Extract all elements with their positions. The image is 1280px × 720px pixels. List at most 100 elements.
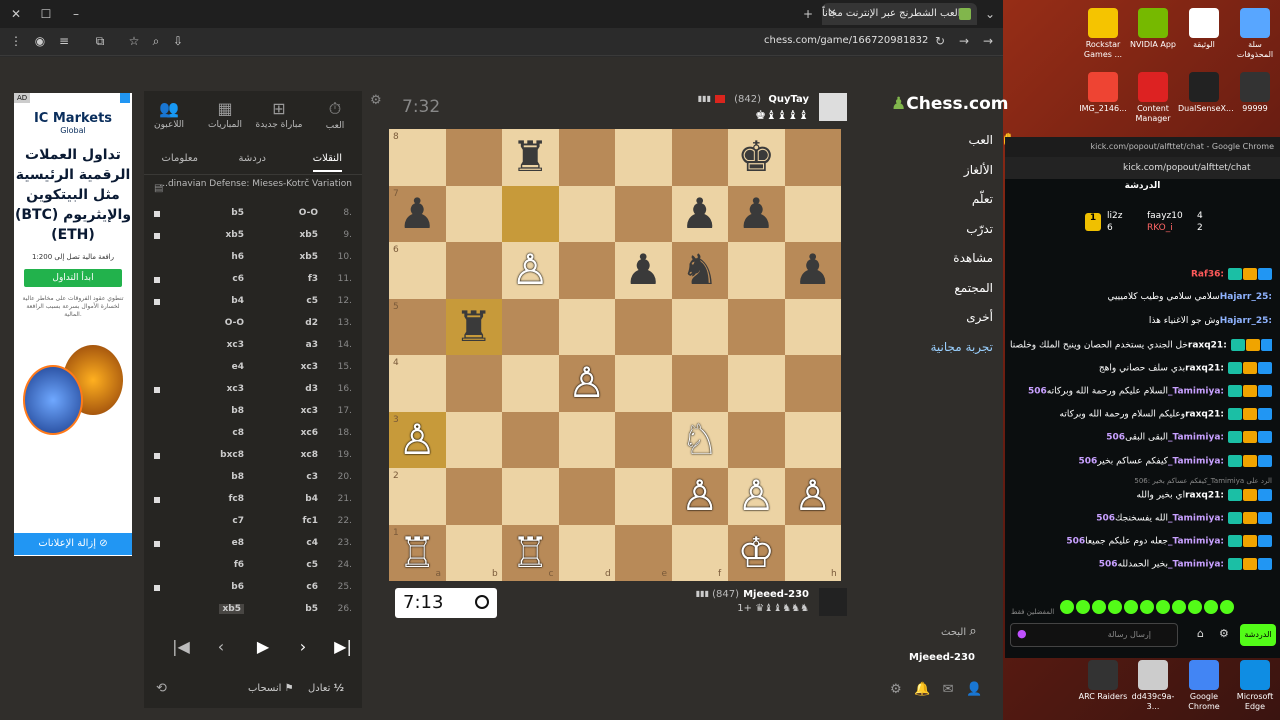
board-square[interactable] [728, 298, 785, 355]
white-move[interactable]: c6 [306, 582, 318, 592]
black-move[interactable]: b8 [231, 406, 244, 416]
black-move[interactable]: xc3 [227, 384, 244, 394]
board-square[interactable] [445, 185, 502, 242]
white-move[interactable]: b4 [305, 494, 318, 504]
white-move[interactable]: c3 [306, 472, 318, 482]
black-move[interactable]: xb5 [219, 604, 244, 614]
chat-username[interactable]: Raf36: [1191, 270, 1224, 280]
board-square[interactable] [615, 298, 672, 355]
flip-board-icon[interactable]: ⟲ [156, 681, 167, 696]
white-move[interactable]: xc3 [301, 406, 318, 416]
settings-icon[interactable]: ⚙ [890, 682, 902, 697]
white-pawn-icon[interactable]: ♙ [672, 468, 729, 525]
board-square[interactable] [728, 355, 785, 412]
board-square[interactable] [615, 185, 672, 242]
desktop-shortcut[interactable]: dd439c9a-3... [1127, 660, 1179, 712]
black-pawn-icon[interactable]: ♟ [389, 186, 446, 243]
white-pawn-icon[interactable]: ♙ [502, 242, 559, 299]
black-move[interactable]: c6 [232, 274, 244, 284]
board-square[interactable] [615, 129, 672, 186]
white-move[interactable]: b5 [305, 604, 318, 614]
new-tab-icon[interactable]: + [800, 6, 816, 22]
subtab-moves[interactable]: النقلات [312, 153, 342, 172]
white-move[interactable]: xb5 [299, 230, 318, 240]
white-move[interactable]: c5 [306, 560, 318, 570]
board-square[interactable] [558, 298, 615, 355]
tab-players[interactable]: 👥 اللاعبون [144, 99, 194, 130]
player-name[interactable]: Mjeeed-230 [743, 589, 809, 600]
user-profile[interactable]: Mjeeed-230 [909, 652, 975, 663]
emote-icon[interactable] [1075, 600, 1090, 614]
black-move[interactable]: e8 [232, 538, 244, 548]
back-icon[interactable]: → [980, 33, 996, 49]
desktop-shortcut[interactable]: IMG_2146... [1077, 72, 1129, 114]
chess-board[interactable]: 8 7 6 5 4 3 2 1 a b c d e f h ♜ ♚ ♟ ♟ ♟ ♙ ♟ ♞ ♟ ♜ ♙ ♙ ♘ ♙ ♙ ♙ ♖ ♖ ♔ [389, 129, 841, 581]
black-knight-icon[interactable]: ♞ [672, 242, 729, 299]
black-move[interactable]: O-O [225, 318, 244, 328]
player-avatar[interactable] [819, 588, 847, 616]
white-move[interactable]: xc3 [301, 362, 318, 372]
board-square[interactable] [558, 185, 615, 242]
close-window-icon[interactable]: ✕ [8, 6, 24, 22]
black-move[interactable]: h6 [231, 252, 244, 262]
profile-icon[interactable]: ◉ [32, 33, 48, 49]
black-move[interactable]: fc8 [228, 494, 244, 504]
opponent-name[interactable]: QuyTay [768, 94, 809, 105]
board-square[interactable] [784, 129, 841, 186]
ad-cta-button[interactable]: ابدأ التداول [24, 269, 122, 287]
board-square[interactable] [784, 298, 841, 355]
chat-username[interactable]: raxq21: [1185, 364, 1224, 374]
opponent-avatar[interactable] [819, 93, 847, 121]
board-square[interactable] [502, 185, 559, 242]
board-square[interactable] [445, 468, 502, 525]
black-move[interactable]: c8 [232, 428, 244, 438]
black-move[interactable]: xb5 [225, 230, 244, 240]
remove-ads-button[interactable]: إزالة الإعلانات ⊘ [14, 533, 132, 555]
board-square[interactable] [558, 468, 615, 525]
board-square[interactable] [671, 355, 728, 412]
desktop-shortcut[interactable]: Rockstar Games ... [1077, 8, 1129, 60]
first-move-icon[interactable]: |◀ [164, 633, 198, 661]
nav-item[interactable]: تعلّم◆ [972, 192, 1017, 207]
tab-play[interactable]: ⏱ العب [310, 99, 360, 131]
friends-icon[interactable]: 👤 [966, 682, 982, 697]
desktop-shortcut[interactable]: DualSenseX... [1178, 72, 1234, 114]
chat-username[interactable]: raxq21: [1188, 341, 1227, 351]
bookmark-star-icon[interactable]: ☆ [126, 33, 142, 49]
chess-logo[interactable]: ♟Chess.com [891, 94, 1009, 114]
nav-item[interactable]: العب✋ [968, 133, 1017, 148]
desktop-shortcut[interactable]: Microsoft Edge [1229, 660, 1280, 712]
menu-dots-icon[interactable]: ⋮ [8, 33, 24, 49]
extensions-icon[interactable]: ⧉ [92, 33, 108, 49]
board-square[interactable] [784, 185, 841, 242]
white-rook-icon[interactable]: ♖ [502, 525, 559, 582]
chat-username[interactable]: Hajarr_25: [1220, 292, 1272, 302]
messages-icon[interactable]: ✉ [943, 682, 954, 697]
desktop-shortcut[interactable]: ARC Raiders [1077, 660, 1129, 702]
board-square[interactable] [728, 242, 785, 299]
black-move[interactable]: b6 [231, 582, 244, 592]
black-pawn-icon[interactable]: ♟ [785, 242, 842, 299]
emote-icon[interactable] [1155, 600, 1170, 614]
ad-banner[interactable]: AD IC Markets Global تداول العملات الرقم… [14, 93, 132, 556]
white-pawn-icon[interactable]: ♙ [389, 412, 446, 469]
opening-name[interactable]: ...dinavian Defense: Mieses-Kotrč Variat… [144, 179, 362, 199]
board-square[interactable] [558, 242, 615, 299]
resign-button[interactable]: انسحاب ⚑ [248, 683, 294, 694]
board-square[interactable] [445, 129, 502, 186]
chat-settings-icon[interactable]: ⚙ [1219, 627, 1229, 640]
adchoices-icon[interactable] [120, 93, 130, 103]
black-pawn-icon[interactable]: ♟ [615, 242, 672, 299]
board-square[interactable] [615, 411, 672, 468]
board-square[interactable] [502, 468, 559, 525]
white-knight-icon[interactable]: ♘ [672, 412, 729, 469]
emote-icon[interactable] [1203, 600, 1218, 614]
white-move[interactable]: xc8 [301, 450, 318, 460]
white-move[interactable]: xb5 [299, 252, 318, 262]
send-chat-button[interactable]: الدردشة [1240, 624, 1276, 646]
emote-icon[interactable] [1123, 600, 1138, 614]
settings-gear-icon[interactable]: ⚙ [370, 93, 382, 108]
maximize-icon[interactable]: ☐ [38, 6, 54, 22]
black-move[interactable]: bxc8 [220, 450, 244, 460]
white-move[interactable]: a3 [306, 340, 318, 350]
